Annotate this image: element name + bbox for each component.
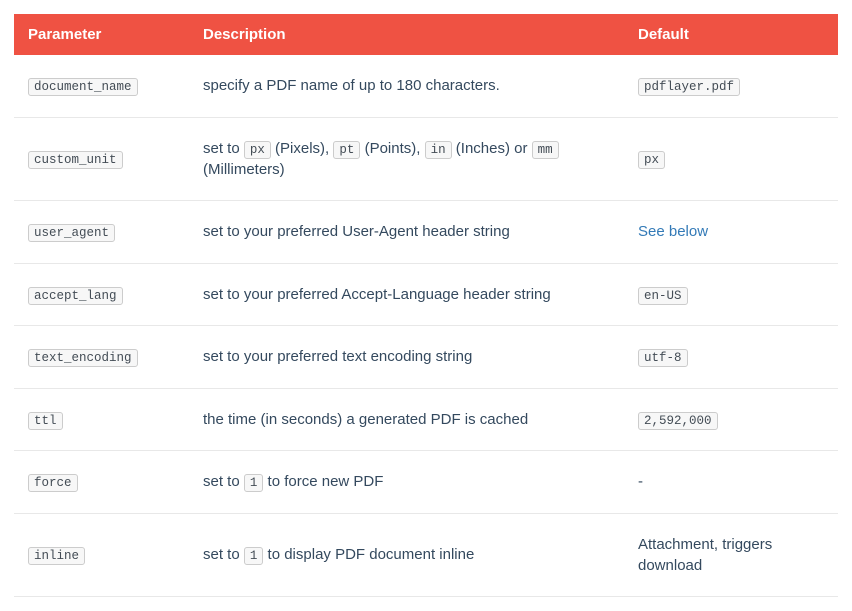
description-cell-text-2: to force new PDF <box>263 473 383 490</box>
table-row: document_name specify a PDF name of up to… <box>14 55 838 117</box>
description-cell-text: the time (in seconds) a generated PDF is… <box>203 411 528 428</box>
description-cell-code-5: in <box>425 141 452 159</box>
description-cell: the time (in seconds) a generated PDF is… <box>189 388 624 451</box>
header-row: Parameter Description Default <box>14 14 838 55</box>
header-parameter: Parameter <box>14 14 189 55</box>
param-cell: custom_unit <box>14 117 189 201</box>
header-description: Description <box>189 14 624 55</box>
description-cell: set to your preferred Accept-Language he… <box>189 263 624 326</box>
param-code: accept_lang <box>28 287 123 305</box>
default-cell: 2,592,000 <box>624 388 838 451</box>
description-cell-code-1: px <box>244 141 271 159</box>
description-cell: set to your preferred text encoding stri… <box>189 326 624 389</box>
description-cell-text: set to your preferred text encoding stri… <box>203 348 472 365</box>
param-code: text_encoding <box>28 349 138 367</box>
table-row: inline set to 1 to display PDF document i… <box>14 513 838 596</box>
default-cell: See below <box>624 201 838 264</box>
default-cell-code: 2,592,000 <box>638 412 718 430</box>
description-cell-text-0: set to <box>203 546 244 563</box>
description-cell-text-2: to display PDF document inline <box>263 546 474 563</box>
table-row: text_encoding set to your preferred text … <box>14 326 838 389</box>
table-row: user_agent set to your preferred User-Age… <box>14 201 838 264</box>
default-cell: en-US <box>624 263 838 326</box>
default-cell: utf-8 <box>624 326 838 389</box>
table-row: custom_unit set to px (Pixels), pt (Point… <box>14 117 838 201</box>
param-cell: ttl <box>14 388 189 451</box>
param-code: force <box>28 474 78 492</box>
default-cell-code: pdflayer.pdf <box>638 78 740 96</box>
description-cell: set to 1 to display PDF document inline <box>189 513 624 596</box>
param-code: ttl <box>28 412 63 430</box>
description-cell: specify a PDF name of up to 180 characte… <box>189 55 624 117</box>
param-code: user_agent <box>28 224 115 242</box>
param-cell: force <box>14 451 189 514</box>
description-cell-text: set to your preferred Accept-Language he… <box>203 286 551 303</box>
param-cell: accept_lang <box>14 263 189 326</box>
description-cell-code-7: mm <box>532 141 559 159</box>
description-cell: set to 1 to force new PDF <box>189 451 624 514</box>
description-cell: set to your preferred User-Agent header … <box>189 201 624 264</box>
param-cell: document_name <box>14 55 189 117</box>
param-code: inline <box>28 547 85 565</box>
description-cell-text-8: (Millimeters) <box>203 161 285 178</box>
description-cell-code-1: 1 <box>244 547 264 565</box>
default-cell: Attachment, triggers download <box>624 513 838 596</box>
default-cell-code: utf-8 <box>638 349 688 367</box>
description-cell-text-4: (Points), <box>360 140 424 157</box>
param-code: document_name <box>28 78 138 96</box>
table-row: accept_lang set to your preferred Accept-… <box>14 263 838 326</box>
param-code: custom_unit <box>28 151 123 169</box>
default-cell-text: Attachment, triggers download <box>638 536 772 574</box>
description-cell-code-1: 1 <box>244 474 264 492</box>
description-cell-text: set to your preferred User-Agent header … <box>203 223 510 240</box>
description-cell-text-2: (Pixels), <box>271 140 334 157</box>
table-row: ttl the time (in seconds) a generated PDF… <box>14 388 838 451</box>
description-cell-text-0: set to <box>203 140 244 157</box>
default-cell: - <box>624 451 838 514</box>
default-cell: pdflayer.pdf <box>624 55 838 117</box>
table-row: forceset to 1 to force new PDF- <box>14 451 838 514</box>
param-cell: user_agent <box>14 201 189 264</box>
description-cell-text-6: (Inches) or <box>452 140 532 157</box>
default-cell: px <box>624 117 838 201</box>
param-cell: inline <box>14 513 189 596</box>
description-cell-text: specify a PDF name of up to 180 characte… <box>203 77 500 94</box>
header-default: Default <box>624 14 838 55</box>
parameters-table: Parameter Description Default document_n… <box>14 14 838 597</box>
param-cell: text_encoding <box>14 326 189 389</box>
default-cell-code: px <box>638 151 665 169</box>
description-cell: set to px (Pixels), pt (Points), in (Inc… <box>189 117 624 201</box>
description-cell-code-3: pt <box>333 141 360 159</box>
default-cell-text: - <box>638 473 643 490</box>
description-cell-text-0: set to <box>203 473 244 490</box>
default-cell-code: en-US <box>638 287 688 305</box>
default-cell-link[interactable]: See below <box>638 223 708 240</box>
